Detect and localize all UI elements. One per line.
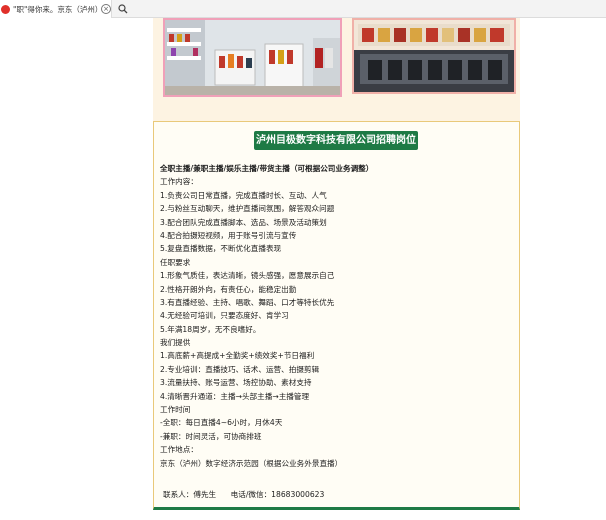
description-line: 工作时间 <box>160 405 191 415</box>
description-line: 4.无经验可培训，只要态度好、肯学习 <box>160 311 289 321</box>
description-line: 2.与粉丝互动聊天，维护直播间氛围，解答观众问题 <box>160 204 335 214</box>
description-line: 3.有直播经验、主持、唱歌、舞蹈、口才等特长优先 <box>160 297 335 307</box>
description-line: 京东（泸州）数字经济示范园（根据公业务外景直播） <box>160 458 343 468</box>
description-line: 5.年满18周岁，无不良嗜好。 <box>160 324 261 334</box>
description-line: 任职要求 <box>160 257 191 267</box>
description-line: 工作内容： <box>160 177 198 187</box>
description-line: -全职：每日直播4~6小时，月休4天 <box>160 418 283 428</box>
description-line: 全职主播/兼职主播/娱乐主播/带货主播（可根据公司业务调整） <box>160 164 374 173</box>
description-line: 2.专业培训：直播技巧、话术、运营、拍摄剪辑 <box>160 364 320 374</box>
store-shelf-photo <box>163 18 342 97</box>
description-line: 1.高底薪+高提成+全勤奖+绩效奖+节日福利 <box>160 351 315 361</box>
contact-person: 联系人：傅先生 <box>163 490 217 499</box>
contact-phone: 电话/微信：18683000623 <box>230 490 325 499</box>
job-description: 全职主播/兼职主播/娱乐主播/带货主播（可根据公司业务调整） 工作内容： 1.负责公… <box>160 162 515 470</box>
job-posting-card: 泸州目极数字科技有限公司招聘岗位 全职主播/兼职主播/娱乐主播/带货主播（可根据… <box>153 121 520 510</box>
tab-title: "职"得你来。京东（泸州）... <box>13 4 98 14</box>
browser-tab[interactable]: "职"得你来。京东（泸州）... × <box>0 0 112 18</box>
description-line: 2.性格开朗外向，有责任心，能稳定出勤 <box>160 284 297 294</box>
description-line: 工作地点： <box>160 445 198 455</box>
close-icon[interactable]: × <box>101 4 111 14</box>
description-line: -兼职：时间灵活，可协商排班 <box>160 431 262 441</box>
description-line: 3.流量扶持、账号运营、场控协助、素材支持 <box>160 378 312 388</box>
description-line: 5.复盘直播数据，不断优化直播表现 <box>160 244 282 254</box>
description-line: 4.配合拍摄短视频，用于账号引流与宣传 <box>160 230 297 240</box>
description-line: 1.形象气质佳，表达清晰，镜头感强，愿意展示自己 <box>160 271 335 281</box>
contact-info: 联系人：傅先生 电话/微信：18683000623 <box>163 489 324 501</box>
job-posting-title: 泸州目极数字科技有限公司招聘岗位 <box>254 131 418 150</box>
search-icon[interactable] <box>117 3 129 15</box>
description-line: 4.清晰晋升通道：主播→头部主播→主播管理 <box>160 391 310 401</box>
browser-tab-strip: "职"得你来。京东（泸州）... × <box>0 0 606 18</box>
brand-favicon-icon <box>1 4 10 14</box>
description-line: 我们提供 <box>160 338 191 348</box>
studio-room-photo <box>352 18 516 94</box>
description-line: 1.负责公司日常直播，完成直播时长、互动、人气 <box>160 190 327 200</box>
description-line: 3.配合团队完成直播脚本、选品、场景及活动策划 <box>160 217 327 227</box>
